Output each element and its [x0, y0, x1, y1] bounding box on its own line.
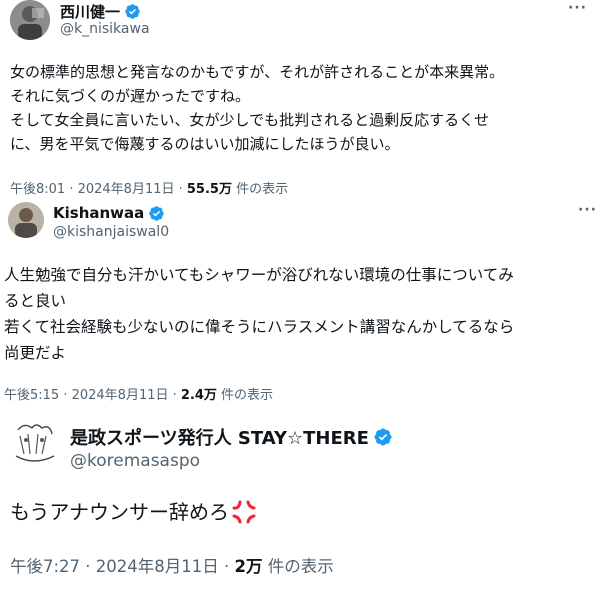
post-3: 是政スポーツ発行人 STAY☆THERE @koremasaspo もうアナウン…: [0, 410, 600, 600]
post-text: 女の標準的思想と発言なのかもですが、それが許されることが本来異常。 それに気づく…: [10, 60, 504, 156]
view-count: 2万: [234, 557, 263, 576]
verified-badge-icon: [374, 428, 392, 446]
post-line: に、男を平気で侮蔑するのはいい加減にしたほうが良い。: [10, 135, 400, 153]
more-options-icon[interactable]: ···: [568, 0, 587, 16]
views-label: 件の表示: [231, 182, 289, 197]
post-line: 尚更だよ: [4, 344, 67, 362]
view-count: 2.4万: [180, 388, 217, 403]
display-name[interactable]: Kishanwaa: [53, 204, 165, 222]
display-name[interactable]: 是政スポーツ発行人 STAY☆THERE: [70, 424, 393, 450]
anger-symbol-icon: [232, 500, 256, 524]
avatar[interactable]: [8, 202, 44, 238]
post-meta: 午後7:27 · 2024年8月11日 · 2万 件の表示: [10, 553, 334, 577]
timestamp[interactable]: 午後7:27 · 2024年8月11日 ·: [10, 557, 235, 576]
post-line: もうアナウンサー辞めろ: [10, 500, 229, 524]
post-line: 若くて社会経験も少ないのに偉そうにハラスメント講習なんかしてるなら: [4, 318, 515, 336]
user-handle[interactable]: @kishanjaiswal0: [53, 224, 169, 240]
post-1: 西川健一 @k_nisikawa ··· 女の標準的思想と発言なのかもですが、そ…: [0, 0, 600, 200]
post-text: 人生勉強で自分も汗かいてもシャワーが浴びれない環境の仕事についてみ ると良い 若…: [4, 262, 514, 366]
timestamp[interactable]: 午後8:01 · 2024年8月11日 ·: [10, 182, 187, 197]
verified-badge-icon: [149, 205, 165, 221]
post-meta: 午後5:15 · 2024年8月11日 · 2.4万 件の表示: [4, 384, 273, 403]
post-line: 人生勉強で自分も汗かいてもシャワーが浴びれない環境の仕事についてみ: [4, 266, 514, 284]
timestamp[interactable]: 午後5:15 · 2024年8月11日 ·: [4, 388, 181, 403]
views-label: 件の表示: [216, 388, 274, 403]
post-text: もうアナウンサー辞めろ: [10, 498, 257, 526]
verified-badge-icon: [125, 4, 140, 19]
avatar[interactable]: [10, 0, 50, 40]
more-options-icon[interactable]: ···: [578, 202, 597, 218]
view-count: 55.5万: [186, 182, 232, 197]
post-meta: 午後8:01 · 2024年8月11日 · 55.5万 件の表示: [10, 178, 288, 197]
avatar[interactable]: [10, 418, 60, 470]
user-handle[interactable]: @k_nisikawa: [60, 21, 150, 37]
display-name[interactable]: 西川健一: [60, 1, 141, 22]
post-line: そして女全員に言いたい、女が少しでも批判されると過剰反応するくせ: [10, 111, 490, 129]
post-line: ると良い: [4, 292, 67, 310]
views-label: 件の表示: [262, 557, 334, 576]
post-line: それに気づくのが遅かったですね。: [10, 87, 251, 105]
post-2: Kishanwaa @kishanjaiswal0 ··· 人生勉強で自分も汗か…: [0, 198, 600, 403]
user-handle[interactable]: @koremasaspo: [70, 451, 200, 471]
post-line: 女の標準的思想と発言なのかもですが、それが許されることが本来異常。: [10, 63, 505, 81]
